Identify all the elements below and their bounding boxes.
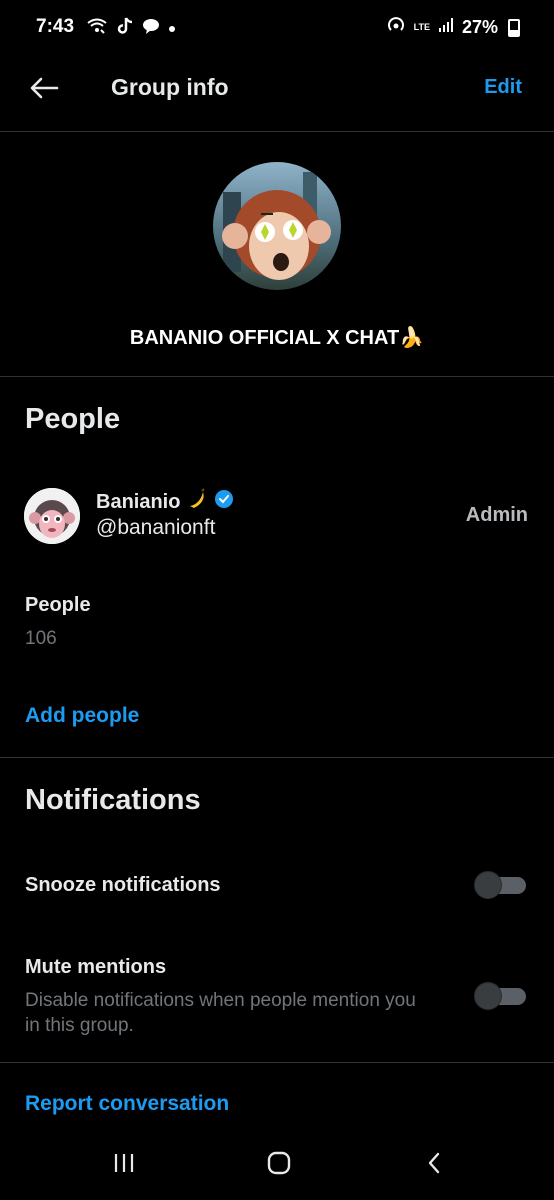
recents-icon: [112, 1152, 136, 1179]
edit-button[interactable]: Edit: [484, 76, 522, 99]
chat-bubble-icon: [142, 17, 160, 40]
people-section-title: People: [25, 403, 121, 435]
status-icons-right: LTE 27%: [386, 16, 520, 39]
tiktok-icon: [116, 16, 134, 41]
wifi-calling-icon: [86, 17, 108, 40]
signal-icon: [438, 17, 454, 38]
notifications-section-title: Notifications: [25, 784, 201, 816]
arrow-left-icon: [29, 77, 59, 104]
header-divider: [0, 131, 554, 132]
back-button[interactable]: [26, 72, 62, 108]
snooze-toggle[interactable]: [474, 871, 526, 899]
banana-emoji-icon: [186, 488, 208, 516]
people-count-label: People: [25, 594, 91, 616]
system-nav-bar: [0, 1130, 554, 1200]
chevron-left-icon: [426, 1151, 442, 1180]
notifications-divider: [0, 1062, 554, 1063]
mute-toggle[interactable]: [474, 982, 526, 1010]
report-conversation-button[interactable]: Report conversation: [25, 1092, 229, 1116]
group-divider: [0, 376, 554, 377]
group-name: BANANIO OFFICIAL X CHAT🍌: [129, 327, 425, 349]
network-type: LTE: [413, 22, 430, 32]
admin-badge: Admin: [465, 504, 528, 526]
snooze-label: Snooze notifications: [25, 874, 221, 896]
battery-icon: [508, 18, 520, 37]
home-icon: [266, 1150, 292, 1181]
member-name-row[interactable]: Banianio: [96, 488, 234, 516]
add-people-button[interactable]: Add people: [25, 704, 139, 728]
mute-description: Disable notifications when people mentio…: [25, 990, 416, 1036]
battery-percent: 27%: [461, 17, 498, 37]
dot-icon: [168, 20, 176, 38]
status-time: 7:43: [36, 16, 75, 37]
page-title: Group info: [111, 74, 229, 100]
people-count: 106: [25, 628, 57, 649]
member-handle: @bananionft: [96, 516, 216, 539]
member-name: Banianio: [96, 490, 181, 513]
status-icons-left: [86, 16, 176, 41]
member-avatar[interactable]: [24, 488, 80, 544]
home-button[interactable]: [259, 1148, 299, 1182]
mute-label: Mute mentions: [25, 956, 167, 978]
hotspot-icon: [386, 16, 406, 39]
verified-badge-icon: [214, 489, 234, 515]
people-divider: [0, 757, 554, 758]
group-avatar[interactable]: [213, 162, 341, 290]
back-nav-button[interactable]: [414, 1148, 454, 1182]
recent-apps-button[interactable]: [104, 1148, 144, 1182]
